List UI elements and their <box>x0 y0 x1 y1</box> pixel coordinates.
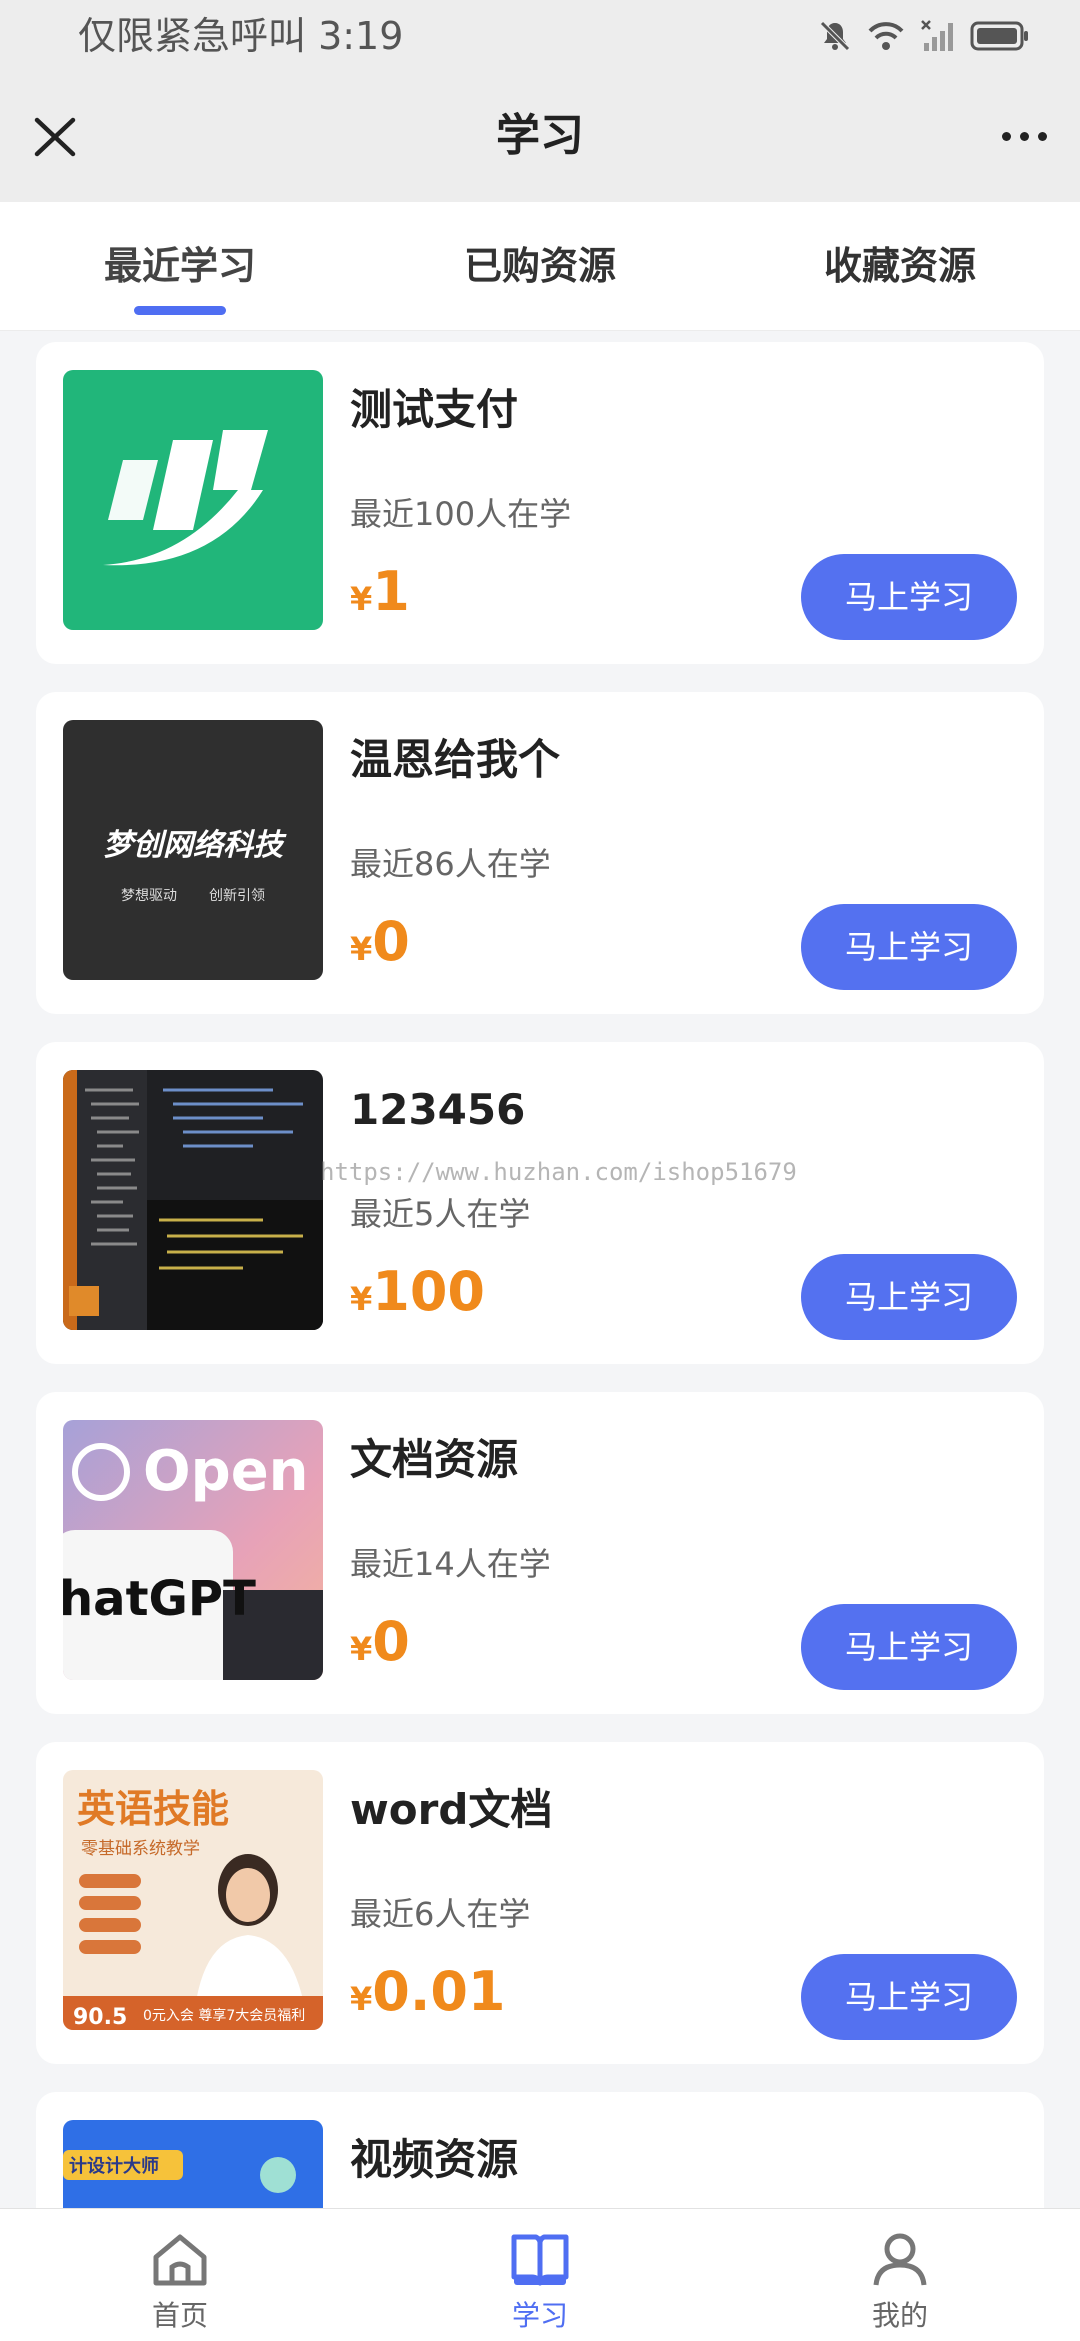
course-price: ¥1 <box>350 560 410 637</box>
course-card[interactable]: 123456 最近5人在学 ¥100 马上学习 <box>36 1042 1044 1364</box>
top-bar: 仅限紧急呼叫 3:19 学习 <box>0 0 1080 202</box>
course-list[interactable]: 测试支付 最近100人在学 ¥1 马上学习 梦创网络科技 梦想驱动 创新引领 温… <box>0 330 1080 2208</box>
currency-symbol: ¥ <box>350 1280 373 1318</box>
learner-count: 最近100人在学 <box>350 495 572 533</box>
course-card[interactable]: 英语技能 零基础系统教学 90.5 0元入会 尊享7大会员福利 word文档 最… <box>36 1742 1044 2064</box>
price-value: 1 <box>372 560 410 623</box>
learner-count: 最近5人在学 <box>350 1195 531 1233</box>
study-now-button[interactable]: 马上学习 <box>801 904 1017 990</box>
price-value: 0.01 <box>372 1960 506 2023</box>
currency-symbol: ¥ <box>350 930 373 968</box>
thumb-brand-title: 梦创网络科技 <box>103 828 287 863</box>
study-now-button[interactable]: 马上学习 <box>801 1954 1017 2040</box>
course-thumbnail: 计设计大师 <box>63 2120 323 2208</box>
thumb-english-title: 英语技能 <box>77 1787 229 1831</box>
tab-favorites[interactable]: 收藏资源 <box>720 202 1080 330</box>
price-value: 100 <box>372 1260 485 1323</box>
course-thumbnail <box>63 1070 323 1330</box>
course-price: ¥0 <box>350 910 410 987</box>
wifi-icon <box>868 22 904 50</box>
course-price: ¥0 <box>350 1610 410 1687</box>
thumb-brand-sub-left: 梦想驱动 <box>121 888 177 904</box>
thumb-english-sub: 零基础系统教学 <box>81 1839 200 1859</box>
chatgpt-image: Open hatGPT <box>63 1420 323 1680</box>
more-icon <box>1001 131 1011 141</box>
english-course-image: 英语技能 零基础系统教学 90.5 0元入会 尊享7大会员福利 <box>63 1770 323 2030</box>
nav-mine[interactable]: 我的 <box>720 2209 1080 2341</box>
thumb-open-word: Open <box>143 1439 309 1504</box>
currency-symbol: ¥ <box>350 1980 373 2018</box>
logo-image <box>63 370 323 630</box>
course-card[interactable]: 测试支付 最近100人在学 ¥1 马上学习 <box>36 342 1044 664</box>
thumb-english-footer: 0元入会 尊享7大会员福利 <box>143 2007 305 2024</box>
learner-count: 最近14人在学 <box>350 1545 551 1583</box>
study-now-button[interactable]: 马上学习 <box>801 554 1017 640</box>
course-title: 123456 <box>350 1085 526 1134</box>
course-title: 温恩给我个 <box>350 735 561 784</box>
bell-muted-icon <box>820 21 850 51</box>
home-icon <box>153 2234 207 2286</box>
status-bar-text: 仅限紧急呼叫 3:19 <box>78 14 404 58</box>
thumb-brand-sub-right: 创新引领 <box>209 888 265 904</box>
study-now-button[interactable]: 马上学习 <box>801 1604 1017 1690</box>
course-title: 测试支付 <box>350 385 519 434</box>
thumb-video-banner: 计设计大师 <box>69 2155 159 2177</box>
learner-count: 最近6人在学 <box>350 1895 531 1933</box>
learner-count: 最近86人在学 <box>350 845 551 883</box>
nav-label: 学习 <box>511 2299 568 2332</box>
course-card[interactable]: Open hatGPT 文档资源 最近14人在学 ¥0 马上学习 <box>36 1392 1044 1714</box>
more-button[interactable] <box>994 110 1054 162</box>
status-icons <box>818 14 1030 58</box>
watermark-text: https://www.huzhan.com/ishop51679 <box>320 1158 797 1186</box>
book-icon <box>511 2234 569 2286</box>
currency-symbol: ¥ <box>350 580 373 618</box>
signal-icon <box>921 20 953 51</box>
brand-image: 梦创网络科技 梦想驱动 创新引领 <box>63 720 323 980</box>
page-title: 学习 <box>496 110 584 161</box>
code-editor-image <box>63 1070 323 1330</box>
video-course-image: 计设计大师 <box>63 2120 323 2208</box>
course-thumbnail <box>63 370 323 630</box>
bottom-nav: 首页 学习 我的 <box>0 2208 1080 2341</box>
currency-symbol: ¥ <box>350 1630 373 1668</box>
course-card[interactable]: 梦创网络科技 梦想驱动 创新引领 温恩给我个 最近86人在学 ¥0 马上学习 <box>36 692 1044 1014</box>
course-card[interactable]: 计设计大师 视频资源 <box>36 2092 1044 2208</box>
active-tab-indicator <box>134 306 226 315</box>
price-value: 0 <box>372 1610 410 1673</box>
battery-icon <box>970 21 1028 51</box>
course-title: word文档 <box>350 1785 553 1834</box>
user-icon <box>873 2233 927 2286</box>
course-price: ¥0.01 <box>350 1960 506 2037</box>
tab-purchased[interactable]: 已购资源 <box>360 202 720 330</box>
course-price: ¥100 <box>350 1260 485 1337</box>
price-value: 0 <box>372 910 410 973</box>
course-thumbnail: Open hatGPT <box>63 1420 323 1680</box>
course-title: 文档资源 <box>350 1435 519 1484</box>
nav-label: 我的 <box>871 2299 928 2332</box>
study-now-button[interactable]: 马上学习 <box>801 1254 1017 1340</box>
thumb-chatgpt-word: hatGPT <box>63 1571 256 1627</box>
course-thumbnail: 梦创网络科技 梦想驱动 创新引领 <box>63 720 323 980</box>
nav-study[interactable]: 学习 <box>360 2209 720 2341</box>
course-title: 视频资源 <box>350 2135 519 2184</box>
thumb-english-price: 90.5 <box>73 2005 127 2030</box>
course-thumbnail: 英语技能 零基础系统教学 90.5 0元入会 尊享7大会员福利 <box>63 1770 323 2030</box>
nav-label: 首页 <box>151 2299 208 2332</box>
nav-home[interactable]: 首页 <box>0 2209 360 2341</box>
